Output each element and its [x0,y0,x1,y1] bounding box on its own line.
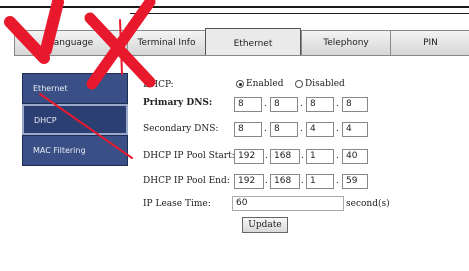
watermark-x-icon [4,0,156,159]
